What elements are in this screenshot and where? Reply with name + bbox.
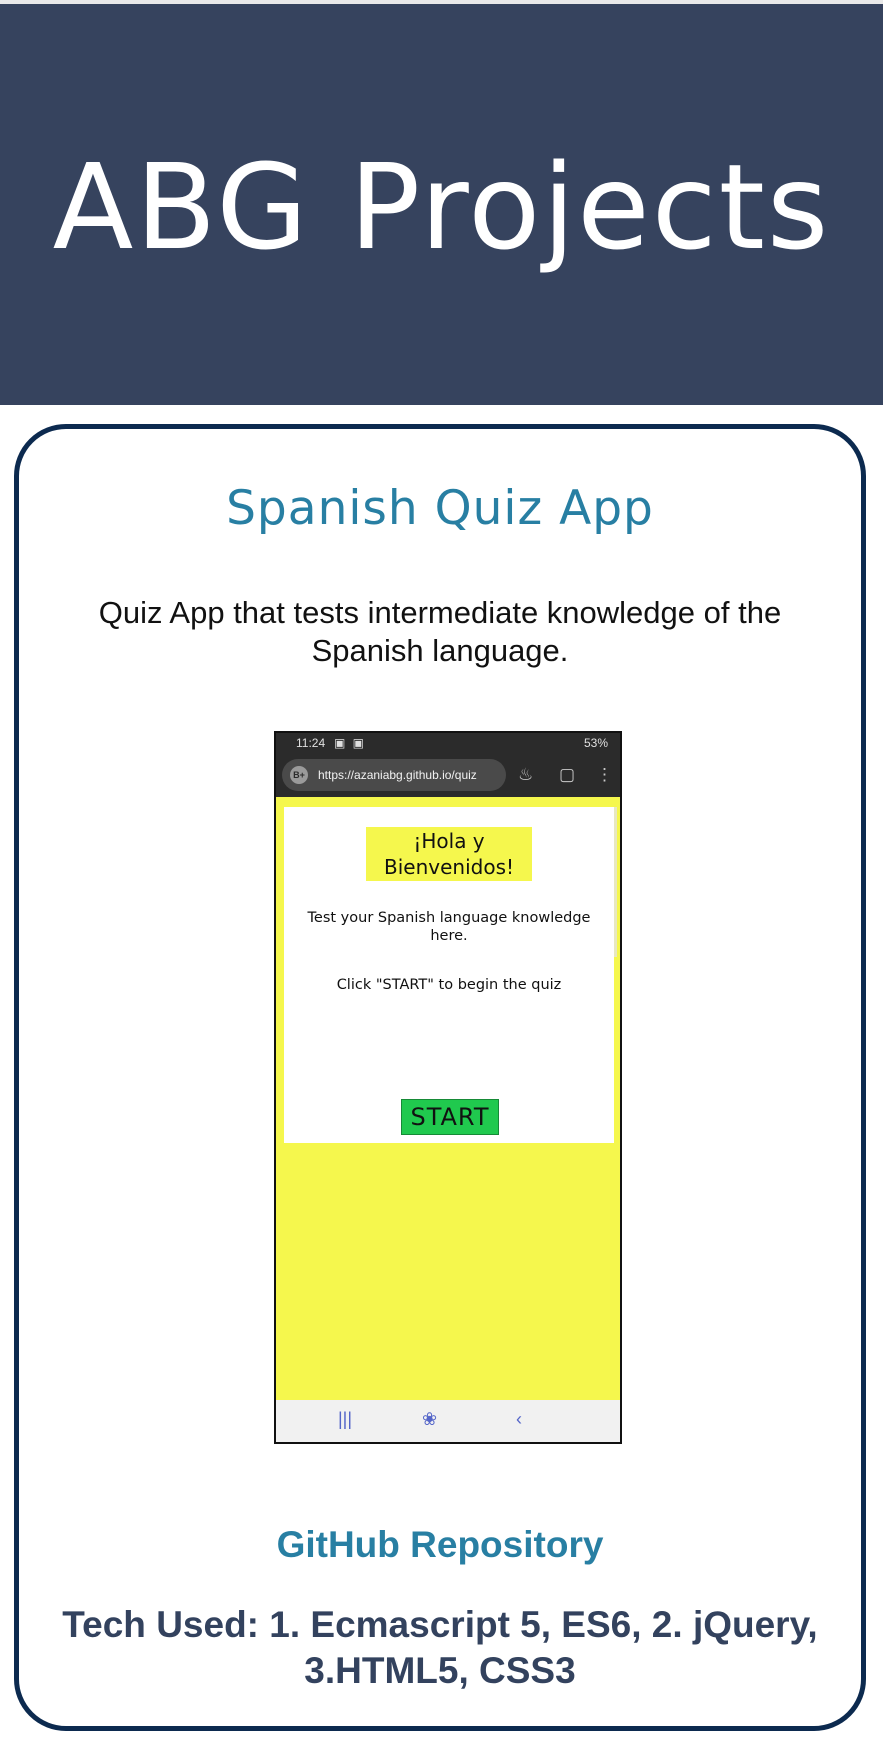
- site-header: ABG Projects: [0, 4, 883, 405]
- project-screenshot: 11:24 ▣ ▣ 53% B+ https://azaniabg.github…: [274, 731, 622, 1444]
- quiz-hint-text: Click "START" to begin the quiz: [336, 977, 562, 993]
- url-text: https://azaniabg.github.io/quiz: [318, 768, 477, 782]
- notification-icons: ▣ ▣: [334, 736, 367, 750]
- recents-icon: |||: [338, 1409, 353, 1429]
- quiz-title: ¡Hola y Bienvenidos!: [366, 827, 532, 881]
- quiz-panel: ¡Hola y Bienvenidos! Test your Spanish l…: [284, 807, 617, 1143]
- browser-toolbar: B+ https://azaniabg.github.io/quiz ♨ ▢ ⋮: [276, 753, 620, 797]
- address-bar: B+ https://azaniabg.github.io/quiz: [282, 759, 506, 791]
- quiz-intro-text: Test your Spanish language knowledge her…: [307, 910, 591, 944]
- battery-level: 53%: [583, 736, 608, 750]
- back-icon: ‹: [516, 1409, 522, 1429]
- menu-dots-icon: ⋮: [596, 765, 613, 784]
- flame-icon: ♨: [518, 765, 534, 784]
- project-description: Quiz App that tests intermediate knowled…: [98, 595, 782, 668]
- status-bar: 11:24 ▣ ▣ 53%: [276, 733, 620, 753]
- tech-used: Tech Used: 1. Ecmascript 5, ES6, 2. jQue…: [62, 1604, 818, 1691]
- home-lotus-icon: ❀: [422, 1409, 438, 1429]
- project-title: Spanish Quiz App: [226, 481, 654, 536]
- site-title: ABG Projects: [52, 137, 831, 276]
- android-nav-bar: ||| ❀ ‹: [276, 1400, 620, 1442]
- site-badge-icon: B+: [290, 766, 308, 784]
- start-button: START: [401, 1099, 499, 1135]
- project-card: Spanish Quiz App Quiz App that tests int…: [14, 424, 866, 1731]
- status-time: 11:24: [296, 736, 326, 750]
- github-repository-link[interactable]: GitHub Repository: [19, 1524, 861, 1566]
- tab-switcher-icon: ▢: [559, 765, 576, 784]
- quiz-scrollbar: [614, 807, 617, 957]
